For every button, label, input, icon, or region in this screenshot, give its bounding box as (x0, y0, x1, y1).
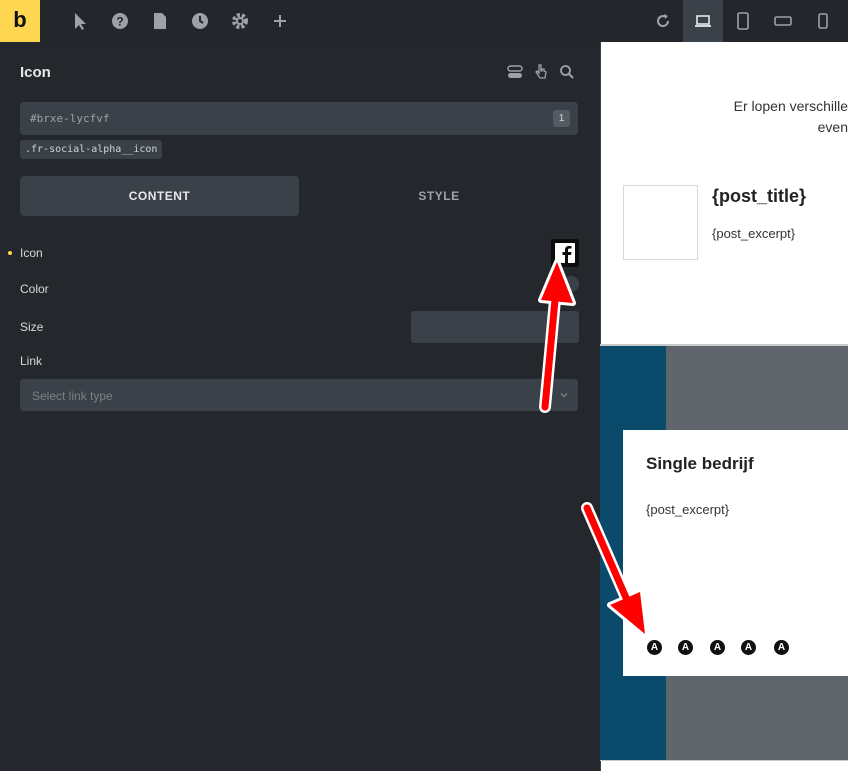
intro-text-line-2: even (817, 119, 848, 135)
tablet-portrait-icon[interactable] (733, 11, 753, 31)
icon-control-label: Icon (20, 246, 43, 260)
search-icon[interactable] (558, 63, 576, 81)
card-title: Single bedrijf (646, 454, 754, 473)
link-type-placeholder: Select link type (32, 389, 113, 403)
bottom-divider (600, 760, 848, 761)
svg-text:?: ? (116, 15, 123, 29)
card-excerpt: {post_excerpt} (646, 502, 730, 517)
element-settings-panel: Icon #brxe-lycfvf 1 .fr-social-alpha__ic… (0, 42, 600, 771)
mobile-icon[interactable] (813, 11, 833, 31)
company-card: Single bedrijf {post_excerpt} A A A A A (623, 430, 848, 676)
social-icon[interactable]: A (710, 640, 725, 655)
social-icon[interactable]: A (774, 640, 789, 655)
color-control-label: Color (20, 282, 49, 296)
hand-pointer-icon[interactable] (532, 63, 550, 81)
settings-icon[interactable] (230, 11, 250, 31)
chevron-down-icon (560, 393, 568, 398)
color-picker[interactable] (563, 276, 579, 292)
size-control-label: Size (20, 320, 44, 334)
intro-text-line-1: Er lopen verschille (733, 98, 848, 114)
tab-content[interactable]: CONTENT (20, 176, 299, 216)
social-icon[interactable]: A (678, 640, 693, 655)
pointer-icon[interactable] (70, 11, 90, 31)
post-excerpt: {post_excerpt} (712, 226, 796, 241)
top-toolbar: b ? (0, 0, 848, 43)
facebook-icon[interactable] (551, 239, 579, 267)
size-input[interactable] (411, 311, 579, 343)
tab-style[interactable]: STYLE (300, 176, 578, 216)
link-control-label: Link (20, 354, 43, 368)
id-count-badge: 1 (553, 110, 570, 127)
bricks-logo[interactable]: b (0, 0, 40, 42)
toggle-icon[interactable] (506, 63, 524, 81)
social-icon[interactable]: A (741, 640, 756, 655)
add-icon[interactable] (270, 11, 290, 31)
history-icon[interactable] (190, 11, 210, 31)
element-id-field[interactable]: #brxe-lycfvf 1 (20, 102, 578, 135)
post-thumbnail (623, 185, 698, 260)
element-id-text: #brxe-lycfvf (30, 112, 110, 125)
panel-title: Icon (20, 64, 51, 81)
link-type-select[interactable]: Select link type (20, 379, 578, 411)
social-icon[interactable]: A (647, 640, 662, 655)
preview-canvas: Er lopen verschille even {post_title} {p… (600, 42, 848, 771)
refresh-icon[interactable] (653, 11, 673, 31)
help-icon[interactable]: ? (110, 11, 130, 31)
post-title: {post_title} (712, 186, 807, 206)
laptop-icon[interactable] (693, 11, 713, 31)
tablet-landscape-icon[interactable] (773, 11, 793, 31)
modified-indicator-dot (8, 251, 12, 255)
css-class-chip[interactable]: .fr-social-alpha__icon (20, 140, 163, 159)
page-icon[interactable] (150, 11, 170, 31)
